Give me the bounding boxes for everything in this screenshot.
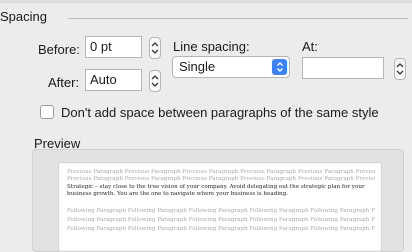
section-title-spacing: Spacing [0, 9, 47, 24]
before-stepper[interactable] [149, 37, 161, 59]
preview-previous-line: Previous Paragraph Previous Paragraph Pr… [67, 176, 375, 182]
at-input[interactable] [302, 57, 384, 79]
before-label: Before: [38, 42, 80, 57]
after-label: After: [48, 75, 80, 90]
dont-add-space-label: Don't add space between paragraphs of th… [61, 105, 379, 120]
preview-previous-line: Previous Paragraph Previous Paragraph Pr… [67, 169, 375, 175]
preview-body-line: Strategic – stay close to the true visio… [67, 184, 365, 190]
after-input[interactable]: Auto [85, 69, 142, 91]
preview-following-line: Following Paragraph Following Paragraph … [67, 217, 375, 223]
at-label: At: [302, 39, 318, 54]
before-input[interactable]: 0 pt [85, 36, 142, 58]
stepper-arrows-icon [151, 42, 159, 54]
after-stepper[interactable] [149, 70, 161, 92]
top-divider [0, 0, 412, 3]
section-separator [68, 18, 408, 19]
stepper-arrows-icon [396, 63, 404, 75]
line-spacing-value: Single [179, 59, 216, 74]
line-spacing-label: Line spacing: [173, 39, 250, 54]
dont-add-space-checkbox[interactable] [40, 105, 54, 119]
chevron-updown-icon [276, 62, 283, 72]
at-stepper[interactable] [394, 58, 406, 80]
preview-following-line: Following Paragraph Following Paragraph … [67, 226, 375, 232]
popup-button [272, 59, 287, 75]
preview-body-line: business growth. You are the one to navi… [67, 191, 289, 197]
line-spacing-select[interactable]: Single [172, 56, 290, 78]
stepper-arrows-icon [151, 75, 159, 87]
preview-page: Previous Paragraph Previous Paragraph Pr… [58, 162, 382, 252]
preview-following-line: Following Paragraph Following Paragraph … [67, 208, 375, 214]
